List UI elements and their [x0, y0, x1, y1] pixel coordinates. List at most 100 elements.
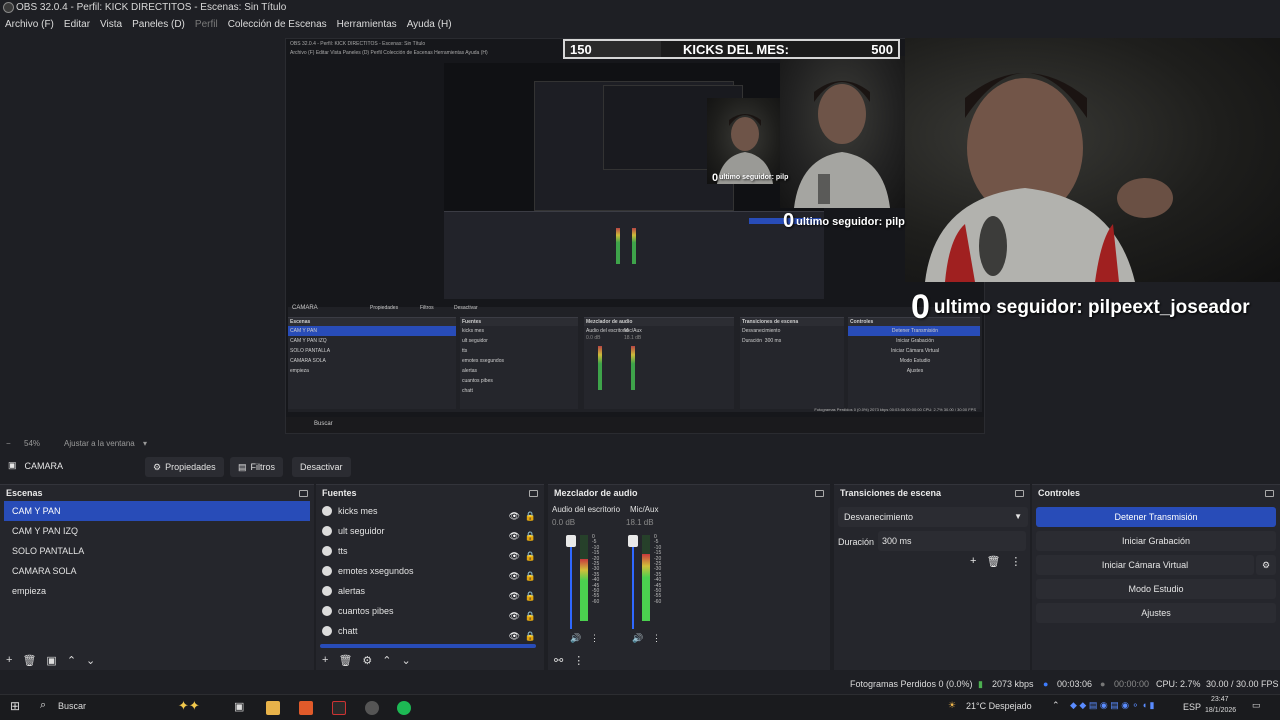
start-virtual-camera-button[interactable]: Iniciar Cámara Virtual: [1036, 555, 1254, 575]
channel-name: Audio del escritorio: [552, 505, 621, 514]
deactivate-button[interactable]: Desactivar: [292, 457, 351, 477]
tray-icons[interactable]: ◆ ◆ ▤ ◉ ▤ ◉ ⚬ ◖ ▮: [1070, 700, 1155, 711]
volume-fader-handle[interactable]: [628, 535, 638, 547]
clock-date[interactable]: 18/1/2026: [1205, 707, 1236, 714]
menu-file[interactable]: Archivo (F): [0, 16, 59, 34]
lock-icon[interactable]: 🔒: [525, 626, 536, 646]
brave-browser-icon[interactable]: [299, 701, 313, 715]
search-icon[interactable]: ⌕: [40, 699, 46, 712]
dock-float-icon[interactable]: [815, 489, 824, 497]
taskbar-search[interactable]: Buscar: [58, 701, 86, 711]
clock-time[interactable]: 23:47: [1211, 696, 1229, 703]
visibility-eye-icon[interactable]: 👁: [509, 626, 520, 646]
source-item[interactable]: kicks mes 👁 🔒: [316, 501, 544, 521]
settings-button[interactable]: Ajustes: [1036, 603, 1276, 623]
start-recording-button[interactable]: Iniciar Grabación: [1036, 531, 1276, 551]
fit-window-button[interactable]: Ajustar a la ventana: [64, 439, 135, 448]
follower-overlay: 0 ultimo seguidor: pilpeext_joseador: [911, 288, 1250, 327]
remove-transition-icon[interactable]: 🗑: [986, 555, 1000, 568]
source-item[interactable]: cuantos pibes 👁 🔒: [316, 601, 544, 621]
menu-help[interactable]: Ayuda (H): [402, 16, 457, 34]
zoom-out-icon[interactable]: −: [6, 439, 11, 448]
selected-source-name: CAMARA: [24, 460, 64, 471]
properties-button[interactable]: ⚙ Propiedades: [145, 457, 224, 477]
virtual-camera-settings-button[interactable]: ⚙: [1256, 555, 1276, 575]
menu-profile[interactable]: Perfil: [190, 16, 223, 34]
transition-select[interactable]: Desvanecimiento ▼: [838, 507, 1028, 527]
remove-source-icon[interactable]: 🗑: [338, 654, 352, 667]
source-label: cuantos pibes: [338, 606, 394, 616]
studio-mode-button[interactable]: Modo Estudio: [1036, 579, 1276, 599]
remove-scene-icon[interactable]: 🗑: [22, 654, 36, 667]
program-canvas[interactable]: OBS 32.0.4 - Perfil: KICK DIRECTITOS - E…: [0, 34, 1280, 436]
add-scene-icon[interactable]: +: [6, 654, 12, 666]
duration-value: 300 ms: [882, 536, 912, 546]
speaker-icon[interactable]: 🔊: [570, 633, 581, 644]
volume-fader-handle[interactable]: [566, 535, 576, 547]
dock-float-icon[interactable]: [1015, 489, 1024, 497]
scene-item[interactable]: SOLO PANTALLA: [4, 541, 310, 561]
stop-streaming-button[interactable]: Detener Transmisión: [1036, 507, 1276, 527]
dock-float-icon[interactable]: [299, 489, 308, 497]
sources-scrollbar[interactable]: [320, 644, 536, 648]
source-item[interactable]: chatt 👁 🔒: [316, 621, 544, 641]
more-options-icon[interactable]: ⋮: [652, 633, 661, 644]
scene-item[interactable]: CAMARA SOLA: [4, 561, 310, 581]
duration-spinbox[interactable]: 300 ms: [878, 531, 1026, 551]
scene-filters-icon[interactable]: ▣: [46, 654, 56, 667]
move-down-icon[interactable]: ⌄: [86, 654, 95, 667]
menu-edit[interactable]: Editar: [59, 16, 95, 34]
nested-audio-desktop-db: 0.0 dB: [586, 335, 601, 341]
source-settings-icon[interactable]: ⚙: [362, 654, 372, 667]
app-icon[interactable]: [332, 701, 346, 715]
deactivate-label: Desactivar: [300, 462, 343, 472]
menu-view[interactable]: Vista: [95, 16, 127, 34]
bitrate: 2073 kbps: [992, 679, 1034, 689]
source-item[interactable]: tts 👁 🔒: [316, 541, 544, 561]
more-options-icon[interactable]: ⋮: [1010, 555, 1021, 568]
file-explorer-icon[interactable]: [266, 701, 280, 715]
language-indicator[interactable]: ESP: [1183, 702, 1201, 712]
scene-item[interactable]: CAM Y PAN IZQ: [4, 521, 310, 541]
scene-item[interactable]: empieza: [4, 581, 310, 601]
spotify-icon[interactable]: [397, 701, 411, 715]
move-up-icon[interactable]: ⌃: [382, 654, 391, 667]
move-down-icon[interactable]: ⌄: [402, 654, 411, 667]
add-source-icon[interactable]: +: [322, 654, 328, 666]
more-options-icon[interactable]: ⋮: [573, 654, 584, 667]
transition-buttons: + 🗑 ⋮: [970, 555, 1021, 568]
meter-tick-label: -60: [654, 598, 662, 605]
preview-area[interactable]: OBS 32.0.4 - Perfil: KICK DIRECTITOS - E…: [0, 34, 1280, 436]
filters-button[interactable]: ▤ Filtros: [230, 457, 284, 477]
add-transition-icon[interactable]: +: [970, 555, 976, 568]
obs-icon[interactable]: [365, 701, 379, 715]
transitions-header: Transiciones de escena: [834, 485, 1030, 501]
link-icon[interactable]: ⚯: [554, 654, 563, 667]
source-item[interactable]: emotes xsegundos 👁 🔒: [316, 561, 544, 581]
nested-scene-row: CAM Y PAN IZQ: [290, 338, 327, 344]
notification-icon[interactable]: ▭: [1252, 700, 1261, 711]
weather-text[interactable]: 21°C Despejado: [966, 701, 1032, 711]
zoom-dropdown-icon[interactable]: ▾: [143, 439, 147, 448]
zoom-bar: − 54% Ajustar a la ventana ▾: [0, 436, 1280, 452]
menu-docks[interactable]: Paneles (D): [127, 16, 190, 34]
dock-float-icon[interactable]: [1265, 489, 1274, 497]
nested-title: OBS 32.0.4 - Perfil: KICK DIRECTITOS - E…: [290, 41, 426, 47]
speaker-icon[interactable]: 🔊: [632, 633, 643, 644]
tray-chevron-icon[interactable]: ⌃: [1052, 700, 1060, 711]
kicks-goal-current: 150: [570, 42, 592, 57]
dock-float-icon[interactable]: [529, 489, 538, 497]
windows-start-icon[interactable]: ⊞: [10, 699, 20, 713]
source-item[interactable]: alertas 👁 🔒: [316, 581, 544, 601]
task-view-icon[interactable]: ▣: [234, 700, 244, 713]
menu-tools[interactable]: Herramientas: [332, 16, 402, 34]
move-up-icon[interactable]: ⌃: [67, 654, 76, 667]
sources-dock: Fuentes kicks mes 👁 🔒 ult seguidor 👁 🔒 tts 👁 🔒…: [316, 484, 544, 670]
source-type-icon: [322, 546, 332, 556]
scene-item[interactable]: CAM Y PAN: [4, 501, 310, 521]
zoom-percent[interactable]: 54%: [24, 439, 40, 448]
copilot-sparkle-icon[interactable]: ✦✦: [178, 698, 200, 714]
source-item[interactable]: ult seguidor 👁 🔒: [316, 521, 544, 541]
more-options-icon[interactable]: ⋮: [590, 633, 599, 644]
menu-scene-collection[interactable]: Colección de Escenas: [223, 16, 332, 34]
